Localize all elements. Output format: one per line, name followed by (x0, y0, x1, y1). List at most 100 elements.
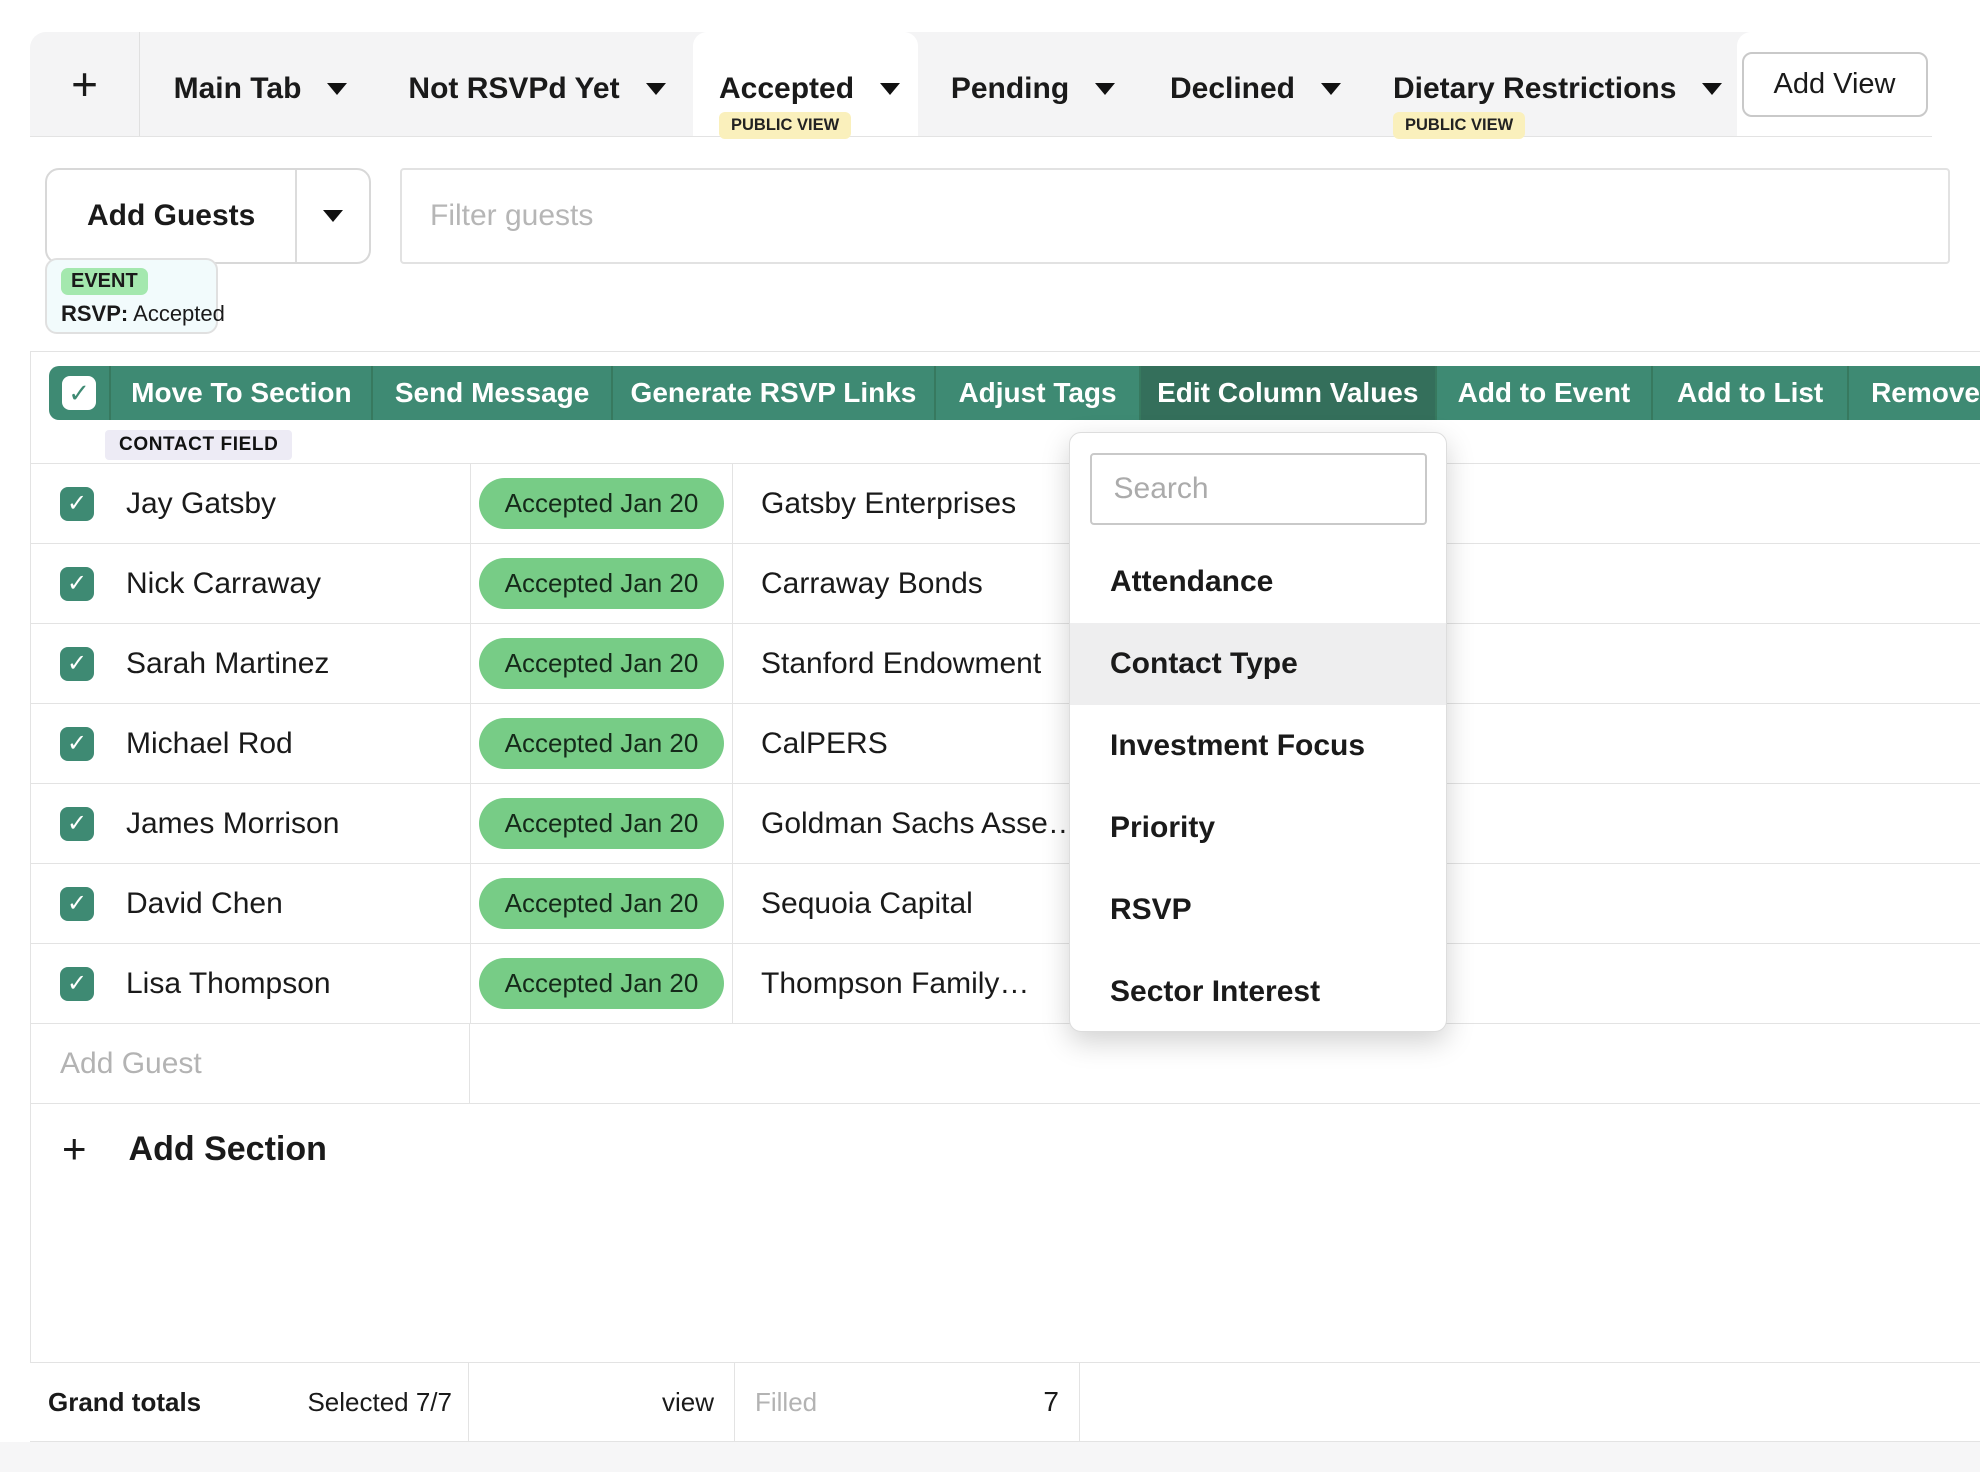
add-section-button[interactable]: + Add Section (62, 1125, 327, 1173)
move-to-section-button[interactable]: Move To Section (109, 366, 371, 420)
public-view-badge: PUBLIC VIEW (719, 112, 851, 139)
tab-label: Dietary Restrictions (1393, 72, 1676, 106)
add-guests-button[interactable]: Add Guests (47, 170, 295, 262)
add-section-label: Add Section (129, 1130, 327, 1169)
tab-label: Declined (1170, 72, 1295, 106)
tab-dietary-restrictions[interactable]: Dietary Restrictions PUBLIC VIEW (1363, 32, 1713, 136)
guest-name-cell[interactable]: ✓ David Chen (30, 864, 470, 943)
company-cell[interactable]: Gatsby Enterprises (732, 464, 1083, 543)
chip-filter-text: RSVP: Accepted (61, 301, 202, 327)
adjust-tags-button[interactable]: Adjust Tags (934, 366, 1139, 420)
add-guests-dropdown-button[interactable] (295, 170, 369, 262)
row-checkbox[interactable]: ✓ (60, 567, 94, 601)
guest-name: David Chen (126, 887, 283, 921)
guest-name: Lisa Thompson (126, 967, 331, 1001)
guest-table: ✓ Jay Gatsby Accepted Jan 20 Gatsby Ente… (30, 463, 1980, 1104)
row-checkbox[interactable]: ✓ (60, 727, 94, 761)
check-icon: ✓ (67, 489, 87, 518)
check-icon: ✓ (67, 569, 87, 598)
rsvp-filter-chip[interactable]: EVENT RSVP: Accepted (45, 258, 218, 334)
guest-name-cell[interactable]: ✓ Michael Rod (30, 704, 470, 783)
check-icon: ✓ (68, 378, 90, 409)
guest-name-cell[interactable]: ✓ Sarah Martinez (30, 624, 470, 703)
tab-pending[interactable]: Pending (918, 32, 1148, 136)
edit-column-values-dropdown: Attendance Contact Type Investment Focus… (1069, 432, 1447, 1032)
company-cell[interactable]: Sequoia Capital (732, 864, 1083, 943)
rsvp-cell[interactable]: Accepted Jan 20 (470, 864, 732, 943)
chevron-down-icon[interactable] (880, 83, 900, 95)
filter-guests-input[interactable] (400, 168, 1950, 264)
guest-name: Nick Carraway (126, 567, 321, 601)
row-checkbox[interactable]: ✓ (60, 887, 94, 921)
tab-not-rsvpd-yet[interactable]: Not RSVPd Yet (381, 32, 693, 136)
chevron-down-icon[interactable] (1321, 83, 1341, 95)
dropdown-item-attendance[interactable]: Attendance (1070, 541, 1446, 623)
dropdown-item-sector-interest[interactable]: Sector Interest (1070, 951, 1446, 1033)
rsvp-status-pill: Accepted Jan 20 (479, 478, 725, 529)
guest-name-cell[interactable]: ✓ James Morrison (30, 784, 470, 863)
chevron-down-icon[interactable] (1095, 83, 1115, 95)
grand-totals-bar: Grand totals Selected 7/7 view Filled 7 (30, 1362, 1980, 1442)
tab-declined[interactable]: Declined (1148, 32, 1363, 136)
guest-name-cell[interactable]: ✓ Jay Gatsby (30, 464, 470, 543)
dropdown-item-priority[interactable]: Priority (1070, 787, 1446, 869)
company-cell[interactable]: CalPERS (732, 704, 1083, 783)
grand-totals-label: Grand totals (48, 1387, 201, 1418)
table-row: ✓ Lisa Thompson Accepted Jan 20 Thompson… (30, 944, 1980, 1024)
bottom-background-strip (0, 1442, 1980, 1472)
guest-name-cell[interactable]: ✓ Nick Carraway (30, 544, 470, 623)
add-tab-button[interactable]: + (30, 32, 140, 136)
chevron-down-icon[interactable] (646, 83, 666, 95)
company-cell[interactable]: Goldman Sachs Asse… (732, 784, 1083, 863)
totals-filled-cell: Filled 7 (734, 1363, 1079, 1441)
bulk-actions-toolbar: ✓ Move To Section Send Message Generate … (49, 366, 1980, 420)
dropdown-search-input[interactable] (1090, 453, 1427, 525)
row-checkbox[interactable]: ✓ (60, 807, 94, 841)
guest-name-cell[interactable]: ✓ Lisa Thompson (30, 944, 470, 1023)
tab-main-tab[interactable]: Main Tab (140, 32, 381, 136)
dropdown-item-contact-type[interactable]: Contact Type (1070, 623, 1446, 705)
company-cell[interactable]: Thompson Family… (732, 944, 1083, 1023)
generate-rsvp-links-button[interactable]: Generate RSVP Links (611, 366, 934, 420)
tab-label: Main Tab (174, 72, 302, 106)
totals-empty-cell (1079, 1363, 1980, 1441)
public-view-badge: PUBLIC VIEW (1393, 112, 1525, 139)
guest-management-page: + Main Tab Not RSVPd Yet Accepted PUBLIC… (0, 0, 1980, 1472)
rsvp-cell[interactable]: Accepted Jan 20 (470, 544, 732, 623)
table-row: ✓ Jay Gatsby Accepted Jan 20 Gatsby Ente… (30, 464, 1980, 544)
rsvp-status-pill: Accepted Jan 20 (479, 798, 725, 849)
row-checkbox[interactable]: ✓ (60, 967, 94, 1001)
table-row: ✓ Nick Carraway Accepted Jan 20 Carraway… (30, 544, 1980, 624)
tab-accepted-active[interactable]: Accepted PUBLIC VIEW (693, 32, 918, 136)
add-guest-row: Add Guest (30, 1024, 1980, 1104)
guest-name: James Morrison (126, 807, 339, 841)
chevron-down-icon[interactable] (327, 83, 347, 95)
chevron-down-icon[interactable] (1702, 83, 1722, 95)
totals-view-control[interactable]: view (662, 1387, 714, 1418)
dropdown-item-investment-focus[interactable]: Investment Focus (1070, 705, 1446, 787)
rsvp-cell[interactable]: Accepted Jan 20 (470, 784, 732, 863)
rsvp-cell[interactable]: Accepted Jan 20 (470, 704, 732, 783)
company-cell[interactable]: Carraway Bonds (732, 544, 1083, 623)
send-message-button[interactable]: Send Message (371, 366, 610, 420)
add-view-button[interactable]: Add View (1742, 52, 1928, 117)
row-checkbox[interactable]: ✓ (60, 487, 94, 521)
check-icon: ✓ (67, 649, 87, 678)
add-guest-input[interactable]: Add Guest (30, 1024, 470, 1103)
dropdown-item-rsvp[interactable]: RSVP (1070, 869, 1446, 951)
filled-value: 7 (1043, 1386, 1059, 1418)
remove-button[interactable]: Remove (1847, 366, 1980, 420)
add-to-event-button[interactable]: Add to Event (1435, 366, 1652, 420)
row-checkbox[interactable]: ✓ (60, 647, 94, 681)
rsvp-cell[interactable]: Accepted Jan 20 (470, 944, 732, 1023)
add-guests-split-button: Add Guests (45, 168, 371, 264)
rsvp-cell[interactable]: Accepted Jan 20 (470, 624, 732, 703)
company-cell[interactable]: Stanford Endowment (732, 624, 1083, 703)
rsvp-cell[interactable]: Accepted Jan 20 (470, 464, 732, 543)
tab-label: Pending (951, 72, 1069, 106)
chevron-down-icon (323, 210, 343, 222)
select-all-checkbox[interactable]: ✓ (62, 376, 96, 410)
add-to-list-button[interactable]: Add to List (1651, 366, 1847, 420)
tab-label: Not RSVPd Yet (408, 72, 619, 106)
edit-column-values-button[interactable]: Edit Column Values (1139, 366, 1435, 420)
